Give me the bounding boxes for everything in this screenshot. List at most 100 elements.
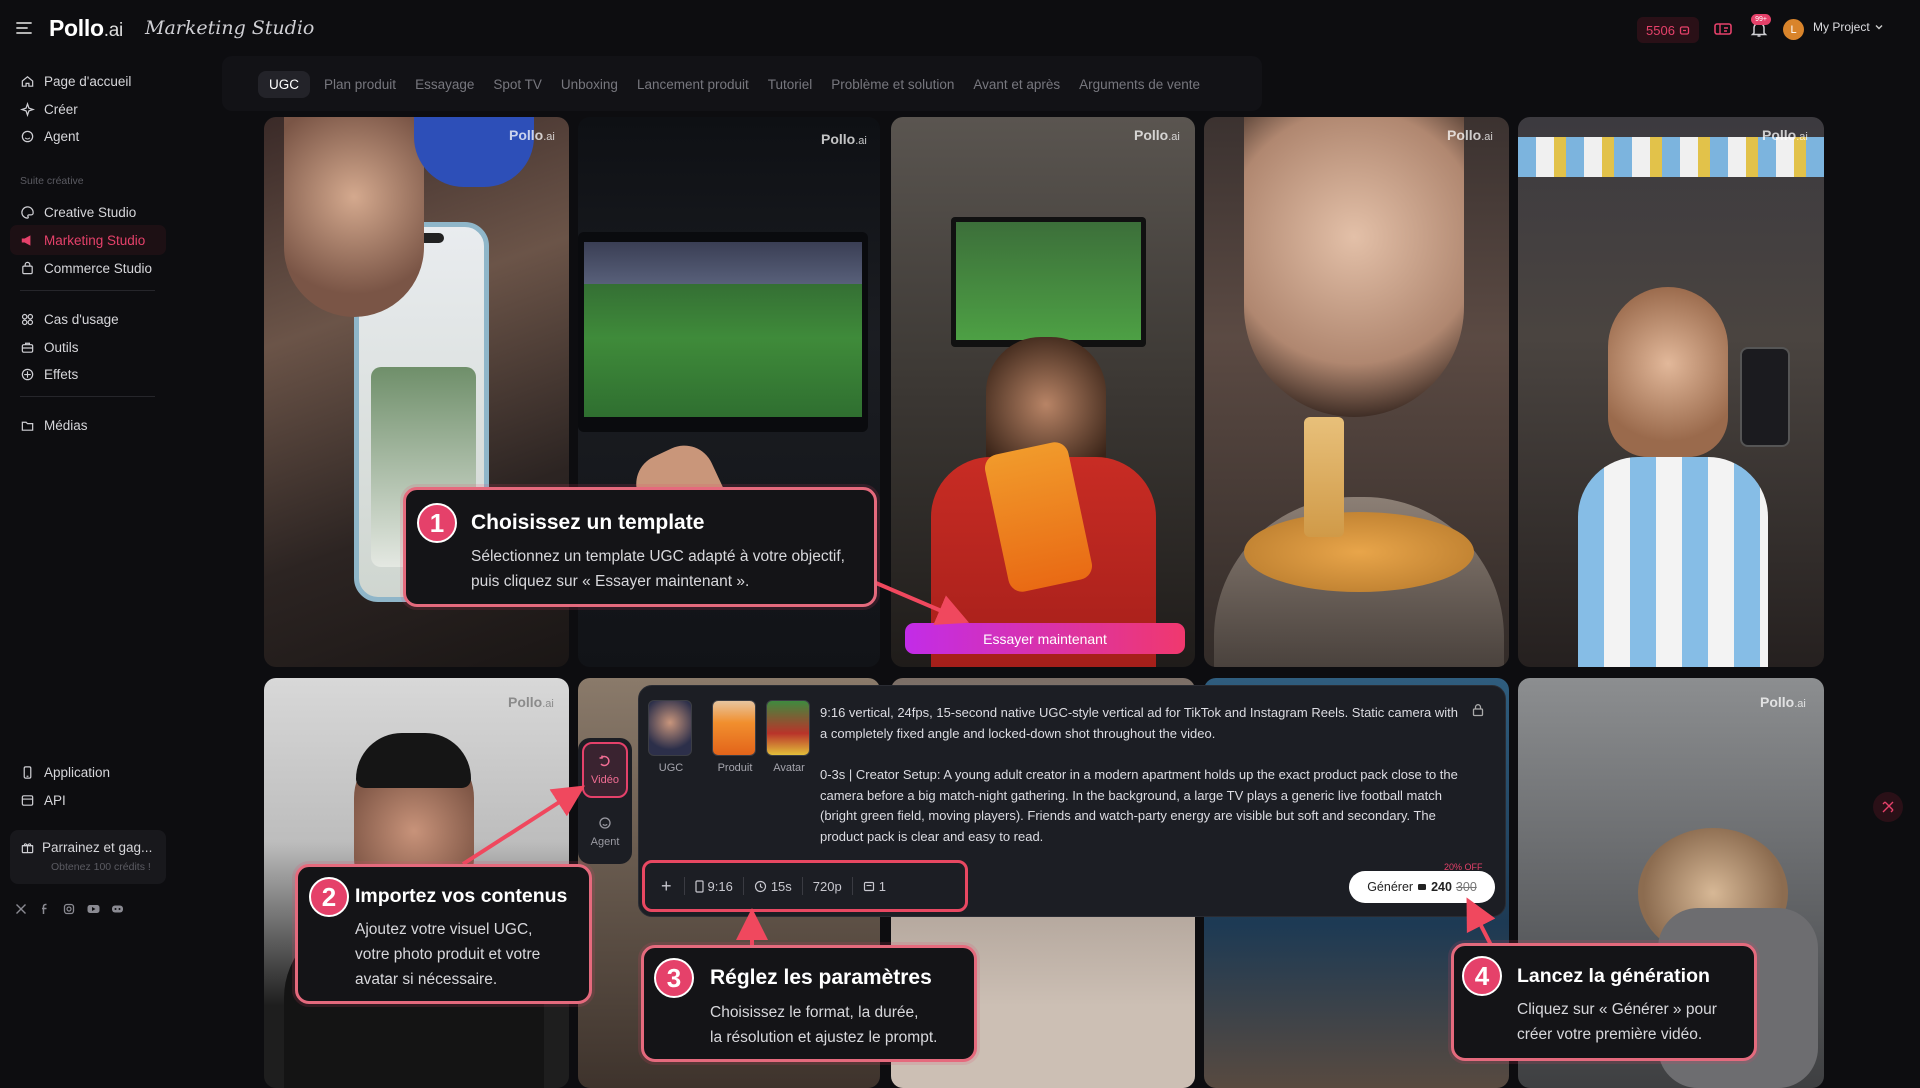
- watermark: Pollo.ai: [1134, 127, 1180, 143]
- help-fab-button[interactable]: [1873, 792, 1903, 822]
- mode-video-label: Vidéo: [591, 774, 619, 786]
- sidebar-item-marketing-studio[interactable]: Marketing Studio: [10, 225, 166, 255]
- facebook-icon[interactable]: [38, 902, 52, 916]
- sidebar-item-tools[interactable]: Outils: [10, 332, 166, 362]
- sidebar-item-agent[interactable]: Agent: [10, 121, 166, 151]
- thumb-product[interactable]: Produit: [712, 700, 758, 774]
- prompt-paragraph: 9:16 vertical, 24fps, 15-second native U…: [820, 705, 1458, 741]
- add-button[interactable]: +: [657, 876, 685, 896]
- video-icon: [599, 755, 610, 767]
- tab-plan-produit[interactable]: Plan produit: [324, 77, 396, 92]
- youtube-icon[interactable]: [86, 902, 100, 916]
- discord-icon[interactable]: [110, 902, 124, 916]
- tab-arguments-vente[interactable]: Arguments de vente: [1079, 77, 1200, 92]
- logo[interactable]: Pollo.ai: [49, 15, 123, 42]
- social-links: [14, 902, 124, 916]
- generate-price: 240: [1431, 880, 1452, 894]
- tab-tutoriel[interactable]: Tutoriel: [768, 77, 813, 92]
- section-label: Suite créative: [20, 175, 84, 187]
- referral-card[interactable]: Parrainez et gag... Obtenez 100 crédits …: [10, 830, 166, 884]
- effects-icon: [21, 368, 34, 380]
- callout-title: Lancez la génération: [1517, 965, 1710, 987]
- callout-text: Cliquez sur « Générer » pour: [1517, 1001, 1717, 1018]
- sidebar-item-label: Créer: [44, 101, 78, 117]
- count-selector[interactable]: 1: [853, 877, 896, 895]
- step-number: 3: [654, 958, 694, 998]
- callout-step-4: 4 Lancez la génération Cliquez sur « Gén…: [1451, 943, 1757, 1061]
- sidebar-item-label: Commerce Studio: [44, 260, 153, 276]
- thumb-ugc[interactable]: UGC: [648, 700, 694, 774]
- sidebar: Page d'accueil Créer Agent Suite créativ…: [0, 58, 170, 1088]
- thumb-avatar[interactable]: Avatar: [766, 700, 812, 774]
- callout-text: puis cliquez sur « Essayer maintenant ».: [471, 573, 750, 590]
- sidebar-item-api[interactable]: API: [10, 785, 166, 815]
- count-value: 1: [878, 878, 886, 894]
- toolbox-icon: [21, 342, 34, 353]
- referral-subtitle: Obtenez 100 crédits !: [51, 861, 151, 873]
- sidebar-item-label: Médias: [44, 417, 88, 433]
- sidebar-item-creative-studio[interactable]: Creative Studio: [10, 197, 166, 227]
- ticket-icon[interactable]: [1713, 19, 1733, 39]
- sparkle-icon: [20, 101, 35, 117]
- watermark: Pollo.ai: [508, 694, 554, 710]
- tab-probleme-solution[interactable]: Problème et solution: [831, 77, 954, 92]
- sidebar-item-home[interactable]: Page d'accueil: [10, 66, 166, 96]
- menu-icon[interactable]: [14, 18, 34, 38]
- bag-icon: [22, 261, 33, 274]
- callout-text: Choisissez le format, la durée,: [710, 1004, 919, 1021]
- stack-icon: [863, 881, 874, 892]
- tab-lancement-produit[interactable]: Lancement produit: [637, 77, 749, 92]
- tab-spot-tv[interactable]: Spot TV: [493, 77, 542, 92]
- duration-selector[interactable]: 15s: [744, 877, 803, 895]
- project-selector[interactable]: My Project: [1813, 20, 1884, 34]
- try-now-button[interactable]: Essayer maintenant: [905, 623, 1185, 654]
- sidebar-item-label: Agent: [44, 128, 80, 144]
- sidebar-item-label: Creative Studio: [44, 204, 137, 220]
- sidebar-item-commerce-studio[interactable]: Commerce Studio: [10, 253, 166, 283]
- ratio-icon: [694, 879, 704, 893]
- step-number: 1: [417, 503, 457, 543]
- template-card-noodles[interactable]: Pollo.ai: [1204, 117, 1509, 667]
- template-card-argentina-fan[interactable]: Pollo.ai: [1518, 117, 1824, 667]
- coin-icon: [1679, 25, 1690, 35]
- tab-avant-apres[interactable]: Avant et après: [973, 77, 1060, 92]
- lock-icon[interactable]: [1471, 703, 1485, 717]
- mode-agent-button[interactable]: Agent: [582, 804, 628, 860]
- prompt-textarea[interactable]: 9:16 vertical, 24fps, 15-second native U…: [820, 703, 1468, 868]
- instagram-icon[interactable]: [62, 902, 76, 916]
- step-number: 4: [1462, 956, 1502, 996]
- template-card-chips-match[interactable]: Pollo.ai: [891, 117, 1195, 667]
- avatar[interactable]: L: [1783, 19, 1804, 40]
- aspect-ratio-selector[interactable]: 9:16: [685, 877, 744, 895]
- page-title: Marketing Studio: [145, 17, 315, 39]
- gift-icon: [21, 843, 34, 854]
- divider: [20, 396, 155, 397]
- sidebar-item-effects[interactable]: Effets: [10, 359, 166, 389]
- tab-essayage[interactable]: Essayage: [415, 77, 474, 92]
- watermark: Pollo.ai: [821, 131, 867, 147]
- duration-value: 15s: [770, 878, 792, 894]
- agent-icon: [21, 130, 34, 142]
- api-icon: [21, 794, 34, 806]
- tab-unboxing[interactable]: Unboxing: [561, 77, 618, 92]
- credits-badge[interactable]: 5506: [1637, 17, 1699, 43]
- x-icon[interactable]: [14, 902, 28, 916]
- chevron-down-icon: [1875, 25, 1883, 30]
- mode-switcher: Vidéo Agent: [578, 738, 632, 864]
- mode-video-button[interactable]: Vidéo: [582, 742, 628, 798]
- sidebar-item-create[interactable]: Créer: [10, 94, 166, 124]
- sidebar-item-label: Marketing Studio: [44, 232, 146, 248]
- grid-icon: [21, 313, 34, 325]
- tab-ugc[interactable]: UGC: [258, 70, 310, 98]
- sidebar-item-media[interactable]: Médias: [10, 410, 166, 440]
- resolution-selector[interactable]: 720p: [803, 877, 853, 895]
- sidebar-item-application[interactable]: Application: [10, 757, 166, 787]
- sidebar-item-use-cases[interactable]: Cas d'usage: [10, 304, 166, 334]
- project-label: My Project: [1813, 20, 1870, 34]
- thumb-label: Avatar: [773, 762, 805, 774]
- notification-badge: 99+: [1751, 14, 1771, 25]
- watermark: Pollo.ai: [1760, 694, 1806, 710]
- generate-button[interactable]: Générer 240 300: [1349, 871, 1495, 903]
- tools-icon: [1882, 801, 1894, 813]
- palette-icon: [21, 205, 34, 219]
